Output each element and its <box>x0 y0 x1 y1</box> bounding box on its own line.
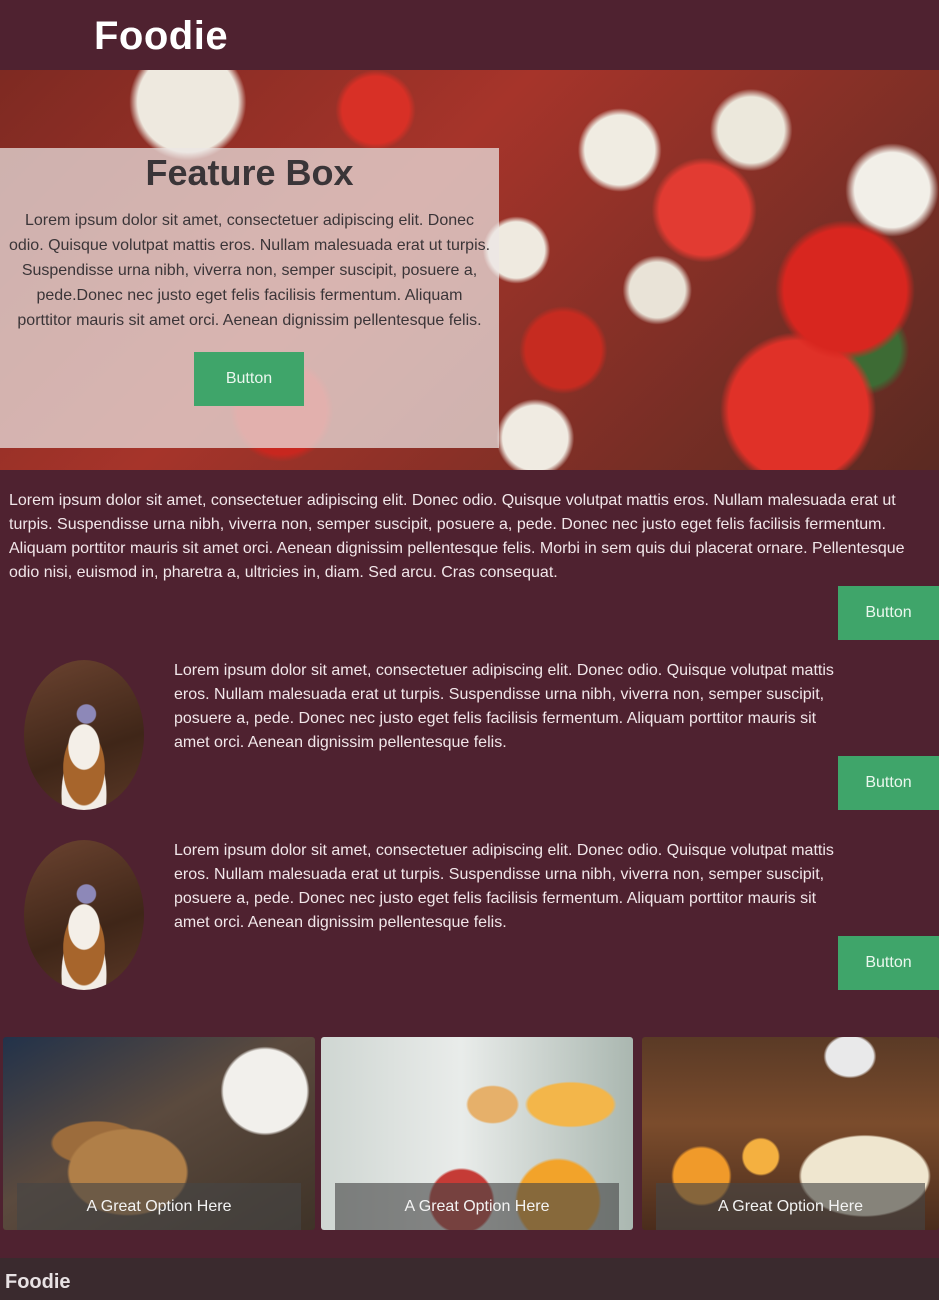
card-coffee[interactable]: A Great Option Here <box>3 1037 315 1230</box>
site-footer: Foodie <box>0 1258 939 1300</box>
card-caption: A Great Option Here <box>656 1183 925 1230</box>
card-oranges[interactable]: A Great Option Here <box>642 1037 939 1230</box>
media-button[interactable]: Button <box>838 936 939 990</box>
intro-button[interactable]: Button <box>838 586 939 640</box>
feature-button[interactable]: Button <box>194 352 304 406</box>
cupcake-image <box>24 840 144 990</box>
brand-logo[interactable]: Foodie <box>94 14 228 59</box>
card-caption: A Great Option Here <box>17 1183 301 1230</box>
site-header: Foodie <box>0 0 939 70</box>
cupcake-image <box>24 660 144 810</box>
footer-brand[interactable]: Foodie <box>5 1271 71 1294</box>
card-caption: A Great Option Here <box>335 1183 619 1230</box>
hero-banner: Feature Box Lorem ipsum dolor sit amet, … <box>0 70 939 470</box>
intro-text: Lorem ipsum dolor sit amet, consectetuer… <box>9 492 905 581</box>
card-drinks[interactable]: A Great Option Here <box>321 1037 633 1230</box>
feature-text: Lorem ipsum dolor sit amet, consectetuer… <box>8 212 491 329</box>
feature-box: Feature Box Lorem ipsum dolor sit amet, … <box>0 148 499 448</box>
media-button[interactable]: Button <box>838 756 939 810</box>
feature-title: Feature Box <box>145 152 354 193</box>
media-text: Lorem ipsum dolor sit amet, consectetuer… <box>174 662 834 751</box>
media-text: Lorem ipsum dolor sit amet, consectetuer… <box>174 842 834 931</box>
